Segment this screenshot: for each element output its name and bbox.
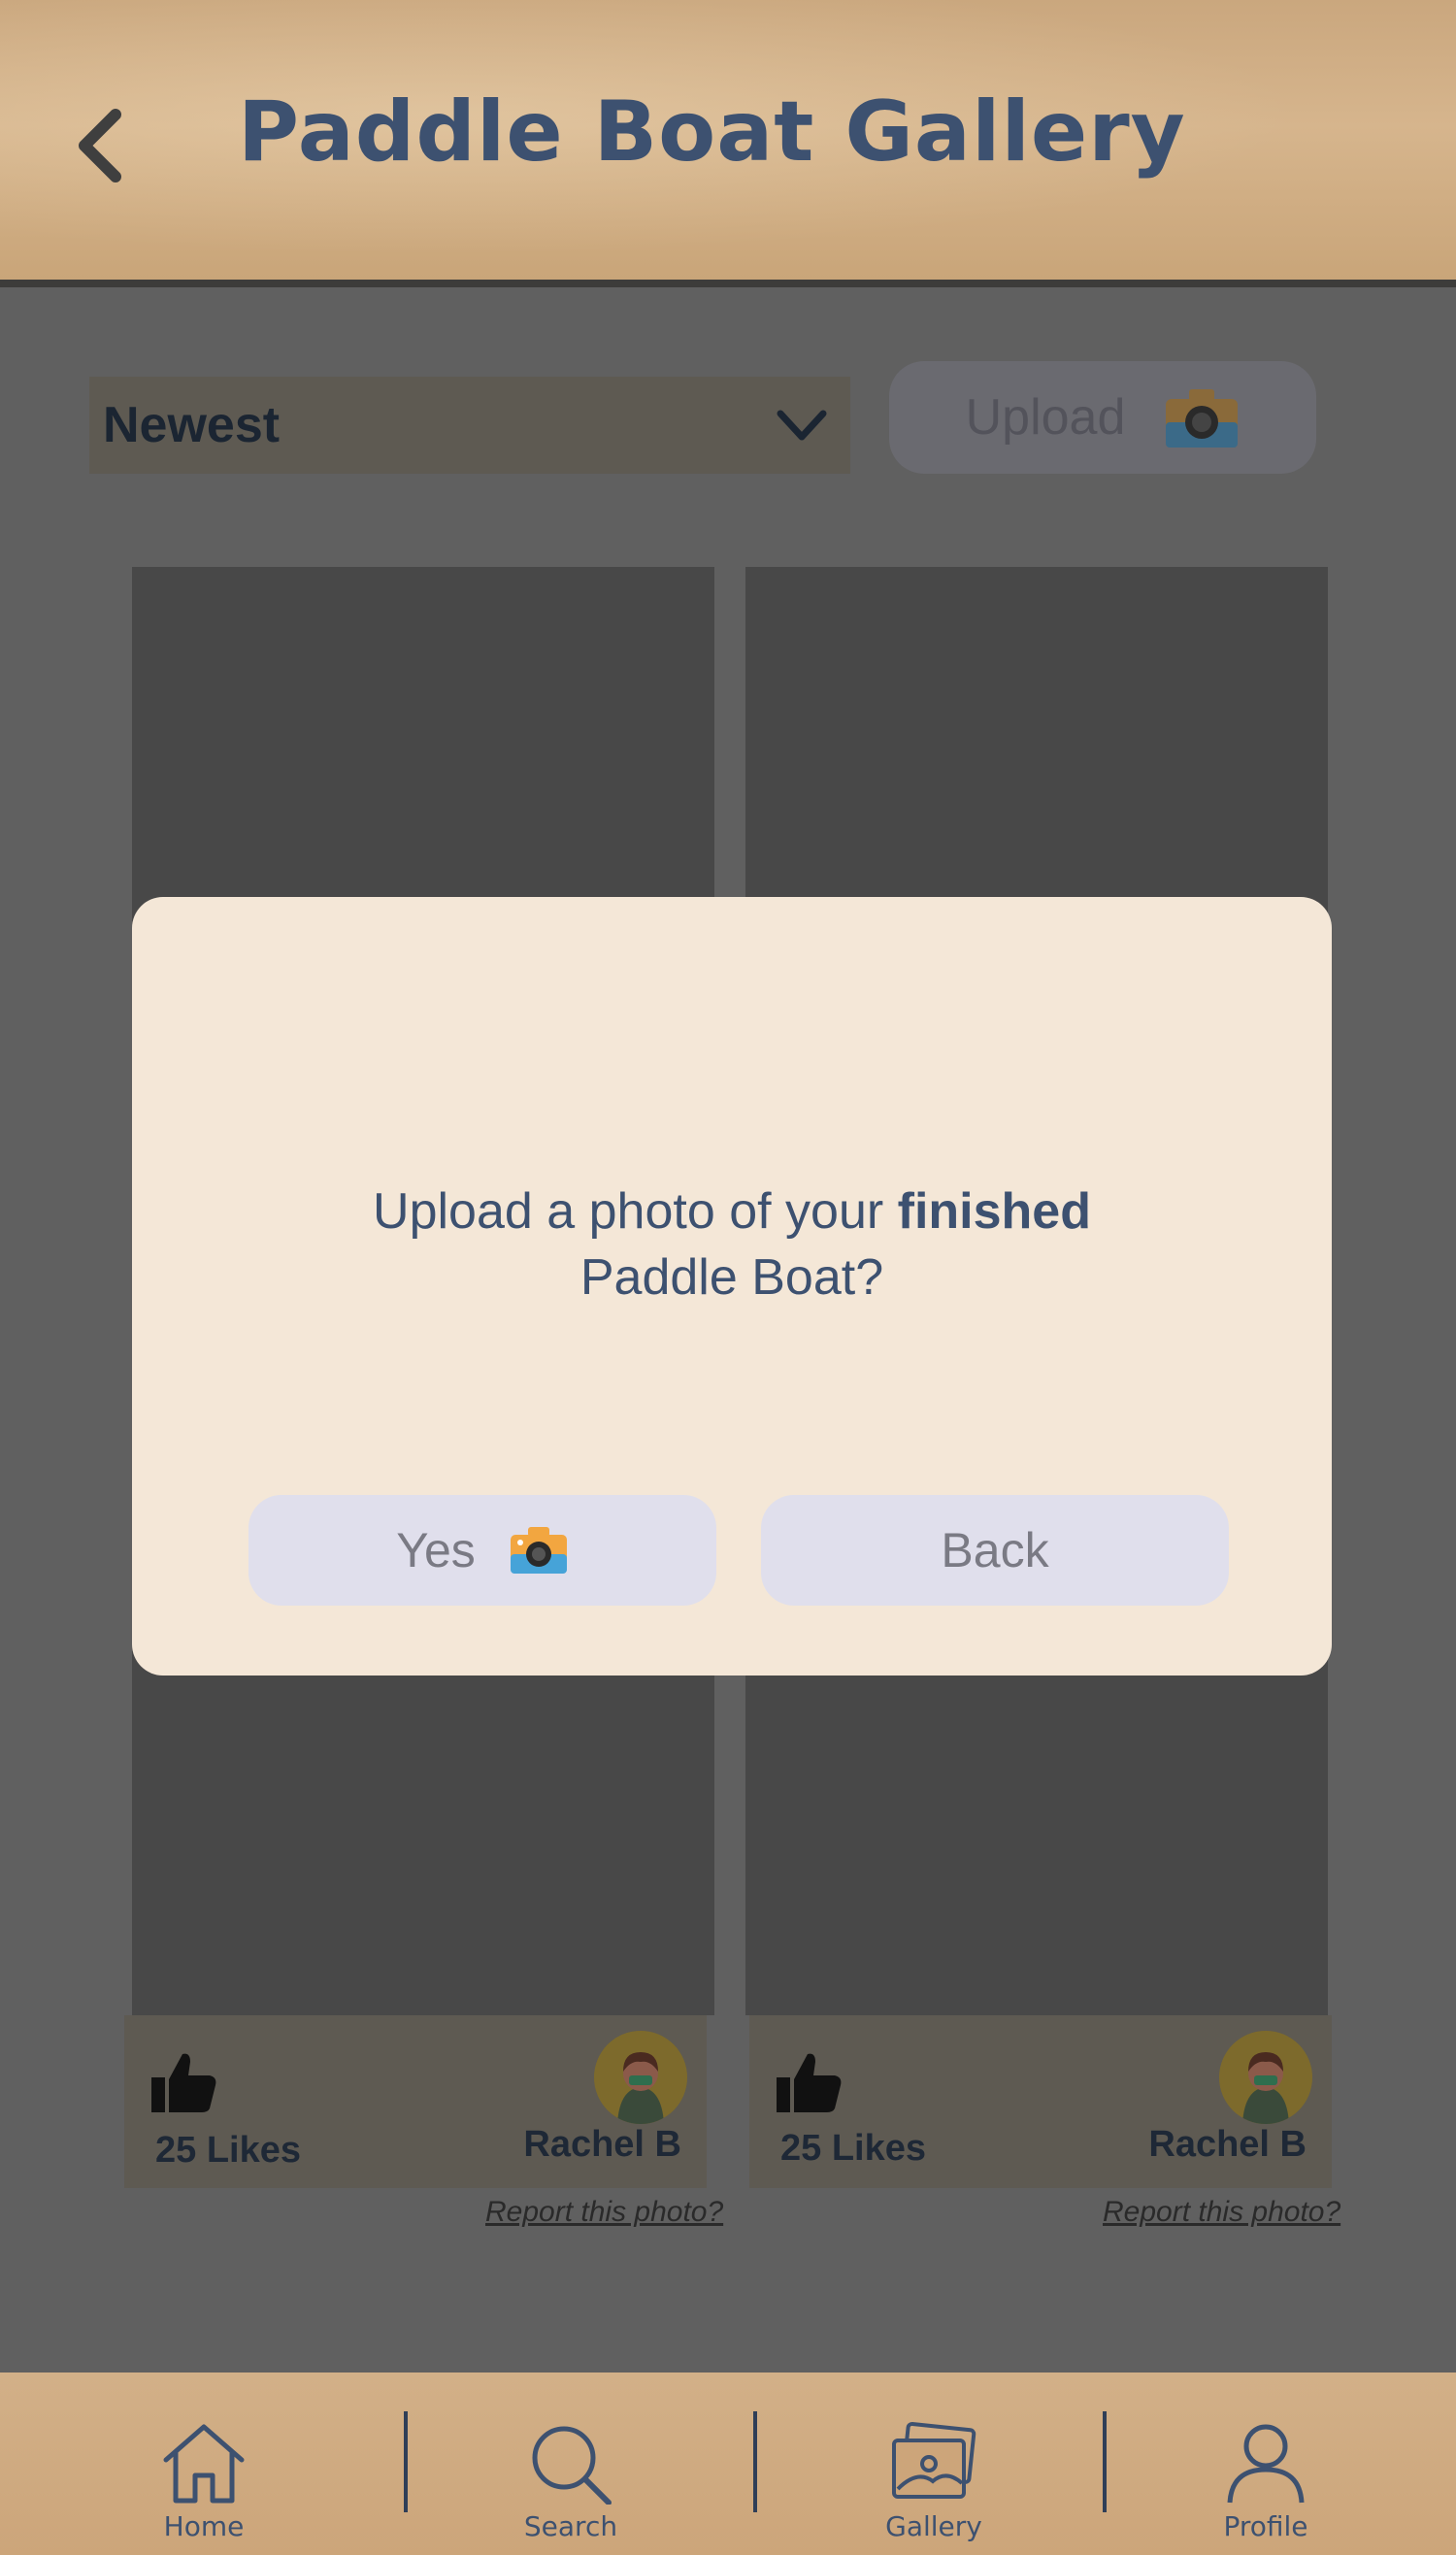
- thumbs-up-icon[interactable]: [149, 2050, 217, 2114]
- chevron-left-icon: [79, 109, 121, 182]
- dialog-message-emphasis: finished: [897, 1183, 1091, 1240]
- app-header: Paddle Boat Gallery: [0, 0, 1456, 287]
- home-icon: [163, 2424, 245, 2504]
- card-footer-2: 25 Likes Rachel B: [749, 2015, 1332, 2188]
- avatar[interactable]: [594, 2031, 687, 2124]
- back-dialog-button[interactable]: Back: [761, 1495, 1229, 1606]
- dialog-message-part2: Paddle Boat?: [579, 1249, 884, 1306]
- nav-home[interactable]: Home: [107, 2372, 301, 2555]
- dialog-message-part1: Upload a photo of your: [373, 1183, 898, 1240]
- page-title: Paddle Boat Gallery: [238, 83, 1186, 181]
- sort-dropdown-value: Newest: [103, 397, 281, 453]
- thumbs-up-icon[interactable]: [775, 2050, 843, 2114]
- sort-dropdown[interactable]: Newest: [89, 377, 850, 474]
- chevron-down-icon: [777, 410, 827, 441]
- nav-home-label: Home: [163, 2510, 245, 2542]
- yes-button-label: Yes: [396, 1523, 476, 1577]
- nav-gallery-label: Gallery: [885, 2510, 982, 2542]
- nav-profile[interactable]: Profile: [1169, 2372, 1363, 2555]
- upload-button-label: Upload: [965, 389, 1126, 446]
- dialog-message: Upload a photo of your finished Paddle B…: [132, 1178, 1332, 1311]
- user-name[interactable]: Rachel B: [523, 2124, 681, 2166]
- back-button[interactable]: [60, 97, 138, 194]
- back-button-label: Back: [941, 1523, 1049, 1577]
- upload-button[interactable]: Upload: [889, 361, 1316, 474]
- profile-icon: [1227, 2424, 1305, 2504]
- card-footer-1: 25 Likes Rachel B: [124, 2015, 707, 2188]
- report-photo-link-2[interactable]: Report this photo?: [1103, 2196, 1340, 2229]
- likes-count: 25 Likes: [155, 2130, 301, 2171]
- avatar[interactable]: [1219, 2031, 1312, 2124]
- nav-profile-label: Profile: [1223, 2510, 1308, 2542]
- yes-button[interactable]: Yes: [248, 1495, 716, 1606]
- gallery-icon: [892, 2421, 976, 2499]
- bottom-nav: Home Search Gallery Profile: [0, 2372, 1456, 2555]
- search-icon: [532, 2426, 612, 2505]
- nav-divider: [753, 2411, 757, 2512]
- nav-search[interactable]: Search: [474, 2372, 668, 2555]
- likes-count: 25 Likes: [780, 2128, 926, 2169]
- nav-divider: [1103, 2411, 1107, 2512]
- nav-search-label: Search: [523, 2510, 618, 2542]
- user-name[interactable]: Rachel B: [1148, 2124, 1307, 2166]
- nav-divider: [404, 2411, 408, 2512]
- user-avatar-icon: [594, 2031, 687, 2124]
- camera-icon: [510, 1527, 567, 1574]
- upload-confirm-dialog: Upload a photo of your finished Paddle B…: [132, 897, 1332, 1676]
- camera-icon: [1166, 389, 1239, 448]
- nav-gallery[interactable]: Gallery: [837, 2372, 1031, 2555]
- user-avatar-icon: [1219, 2031, 1312, 2124]
- report-photo-link-1[interactable]: Report this photo?: [485, 2196, 723, 2229]
